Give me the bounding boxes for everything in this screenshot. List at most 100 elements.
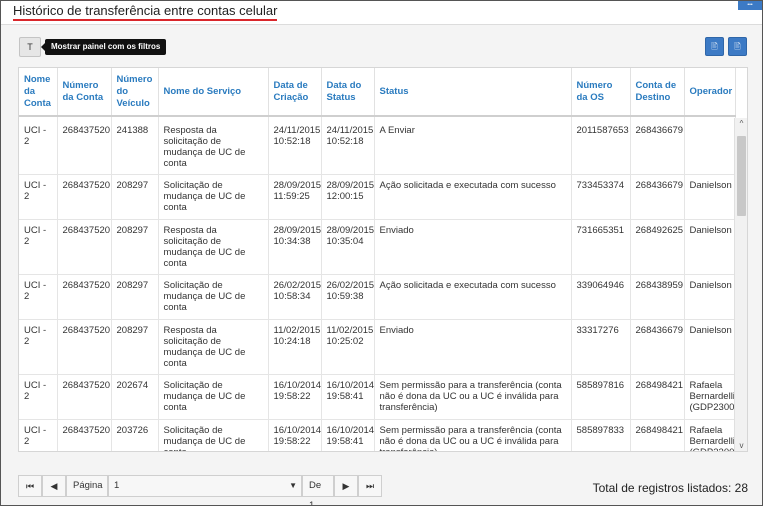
prev-page-icon: ◀ xyxy=(50,481,58,491)
table-cell: UCI - 2 xyxy=(19,419,58,451)
filter-toggle-button[interactable]: T xyxy=(19,37,41,57)
table-cell: Resposta da solicitação de mudança de UC… xyxy=(158,219,269,275)
history-table: Nome da Conta Número da Conta Número do Ve… xyxy=(19,68,738,451)
table-row[interactable]: UCI - 2 268437520 208297 Solicitação de mud… xyxy=(19,274,736,320)
table-cell: Resposta da solicitação de mudança de UC… xyxy=(158,319,269,375)
table-header-row: Nome da Conta Número da Conta Número do Ve… xyxy=(19,68,736,117)
table-cell: Danielson xyxy=(684,274,736,320)
table-cell: UCI - 2 xyxy=(19,219,58,275)
column-header[interactable]: Nome da Conta xyxy=(19,68,58,117)
table-cell: 26/02/2015 10:59:38 xyxy=(321,274,375,320)
table-cell: UCI - 2 xyxy=(19,319,58,375)
table-cell: 585897833 xyxy=(571,419,631,451)
app-frame: Histórico de transferência entre contas … xyxy=(0,0,763,506)
table-cell: 339064946 xyxy=(571,274,631,320)
table-cell: 2011587653 xyxy=(571,116,631,175)
export-button-2[interactable]: 🖹 xyxy=(728,37,747,56)
table-cell: 33317276 xyxy=(571,319,631,375)
table-cell: 16/10/2014 19:58:41 xyxy=(321,374,375,420)
filter-tooltip: Mostrar painel com os filtros xyxy=(40,39,167,55)
column-header[interactable]: Data de Criação xyxy=(268,68,322,117)
corner-button[interactable]: ••• xyxy=(738,1,762,10)
table-cell: 268438959 xyxy=(630,274,685,320)
table-cell: 268436679 xyxy=(630,116,685,175)
table-cell: 208297 xyxy=(111,274,159,320)
table-cell: 26/02/2015 10:58:34 xyxy=(268,274,322,320)
table-cell: 203726 xyxy=(111,419,159,451)
scrollbar-thumb[interactable] xyxy=(737,136,746,216)
table-row[interactable]: UCI - 2 268437520 208297 Resposta da solici… xyxy=(19,219,736,275)
table-cell: UCI - 2 xyxy=(19,374,58,420)
first-page-button[interactable]: ⏮ xyxy=(18,475,42,497)
table-cell xyxy=(684,116,736,175)
column-header[interactable]: Status xyxy=(374,68,572,117)
next-page-button[interactable]: ▶ xyxy=(334,475,358,497)
table-row[interactable]: UCI - 2 268437520 241388 Resposta da solici… xyxy=(19,116,736,175)
table-cell: 241388 xyxy=(111,116,159,175)
export-button-1[interactable]: 🖹 xyxy=(705,37,724,56)
document-icon: 🖹 xyxy=(711,42,718,51)
table-cell: 208297 xyxy=(111,319,159,375)
column-header[interactable]: Número da OS xyxy=(571,68,631,117)
page-label: Página xyxy=(66,475,108,497)
table-cell: 11/02/2015 10:24:18 xyxy=(268,319,322,375)
first-page-icon: ⏮ xyxy=(25,481,35,491)
table-cell: 268436679 xyxy=(630,319,685,375)
table-cell: 268492625 xyxy=(630,219,685,275)
column-header[interactable]: Conta de Destino xyxy=(630,68,685,117)
scroll-up-icon[interactable]: ^ xyxy=(735,118,747,130)
table-cell: 28/09/2015 12:00:15 xyxy=(321,174,375,220)
page-select-value: 1 xyxy=(114,480,120,491)
page-select[interactable]: 1 ▼ xyxy=(108,475,302,497)
page-title: Histórico de transferência entre contas … xyxy=(13,4,278,21)
vertical-scrollbar[interactable]: ^ v xyxy=(734,118,747,451)
table-row[interactable]: UCI - 2 268437520 208297 Resposta da solici… xyxy=(19,319,736,375)
table-cell: 268437520 xyxy=(57,274,112,320)
table-body: UCI - 2 268437520 241388 Resposta da solici… xyxy=(19,116,738,451)
table-cell: Enviado xyxy=(374,219,572,275)
table-cell: 28/09/2015 10:34:38 xyxy=(268,219,322,275)
table-cell: Ação solicitada e executada com sucesso xyxy=(374,274,572,320)
toolbar: T Mostrar painel com os filtros 🖹 🖹 xyxy=(1,25,762,63)
table-cell: UCI - 2 xyxy=(19,116,58,175)
table-cell: 16/10/2014 19:58:22 xyxy=(268,374,322,420)
table-cell: Solicitação de mudança de UC de conta xyxy=(158,419,269,451)
table-cell: Solicitação de mudança de UC de conta xyxy=(158,274,269,320)
table-cell: 585897816 xyxy=(571,374,631,420)
table-cell: 268437520 xyxy=(57,419,112,451)
history-grid: Nome da Conta Número da Conta Número do Ve… xyxy=(18,67,748,452)
column-header[interactable]: Número do Veículo xyxy=(111,68,159,117)
table-cell: 268437520 xyxy=(57,174,112,220)
column-header[interactable]: Número da Conta xyxy=(57,68,112,117)
table-cell: Danielson xyxy=(684,174,736,220)
next-page-icon: ▶ xyxy=(342,481,350,491)
table-cell: Sem permissão para a transferência (cont… xyxy=(374,374,572,420)
table-cell: Resposta da solicitação de mudança de UC… xyxy=(158,116,269,175)
column-header[interactable]: Data do Status xyxy=(321,68,375,117)
table-cell: 28/09/2015 11:59:25 xyxy=(268,174,322,220)
table-cell: UCI - 2 xyxy=(19,274,58,320)
table-row[interactable]: UCI - 2 268437520 203726 Solicitação de mud… xyxy=(19,419,738,451)
column-header[interactable]: Operador xyxy=(684,68,736,117)
last-page-button[interactable]: ⏭ xyxy=(358,475,382,497)
prev-page-button[interactable]: ◀ xyxy=(42,475,66,497)
table-row[interactable]: UCI - 2 268437520 208297 Solicitação de mud… xyxy=(19,174,736,220)
table-cell: 11/02/2015 10:25:02 xyxy=(321,319,375,375)
table-cell: Rafaela Bernardelli (GDP2300) xyxy=(684,419,738,451)
table-cell: 731665351 xyxy=(571,219,631,275)
column-header[interactable]: Nome do Serviço xyxy=(158,68,269,117)
table-cell: Rafaela Bernardelli (GDP2300) xyxy=(684,374,738,420)
table-cell: 268437520 xyxy=(57,116,112,175)
table-cell: Danielson xyxy=(684,219,736,275)
table-cell: 268498421 xyxy=(630,419,685,451)
table-cell: Enviado xyxy=(374,319,572,375)
scroll-down-icon[interactable]: v xyxy=(735,440,747,451)
table-cell: 268437520 xyxy=(57,219,112,275)
chevron-down-icon: ▼ xyxy=(289,481,297,490)
filter-icon: T xyxy=(27,42,33,52)
table-row[interactable]: UCI - 2 268437520 202674 Solicitação de mud… xyxy=(19,374,738,420)
table-cell: 24/11/2015 10:52:18 xyxy=(268,116,322,175)
table-cell: 16/10/2014 19:58:22 xyxy=(268,419,322,451)
table-cell: 24/11/2015 10:52:18 xyxy=(321,116,375,175)
table-cell: 733453374 xyxy=(571,174,631,220)
